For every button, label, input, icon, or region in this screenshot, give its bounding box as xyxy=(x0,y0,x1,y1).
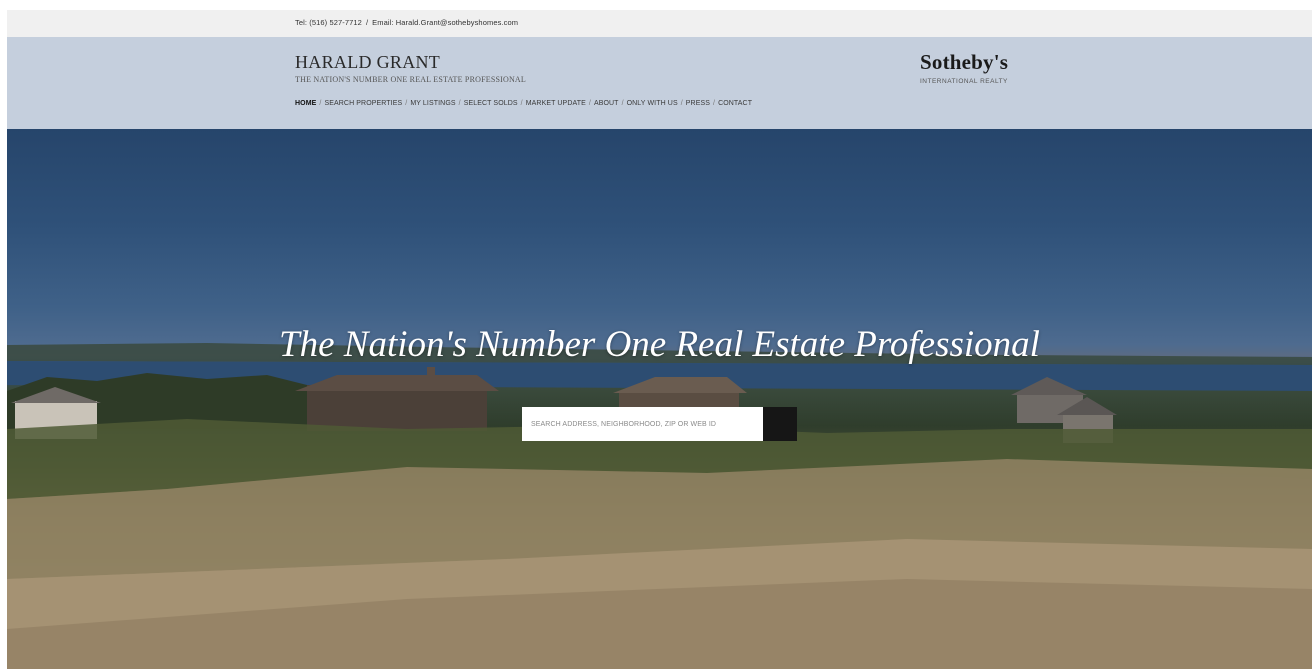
nav-item-press[interactable]: PRESS xyxy=(686,100,710,107)
hero-title: The Nation's Number One Real Estate Prof… xyxy=(279,324,1040,365)
nav-item-about[interactable]: ABOUT xyxy=(594,100,619,107)
nav-separator: / xyxy=(458,100,461,107)
hero-banner: The Nation's Number One Real Estate Prof… xyxy=(7,129,1312,669)
main-nav: HOME / SEARCH PROPERTIES / MY LISTINGS / SELEC… xyxy=(295,100,752,107)
nav-separator: / xyxy=(588,100,591,107)
nav-separator: / xyxy=(680,100,683,107)
nav-item-only-with-us[interactable]: ONLY WITH US xyxy=(627,100,678,107)
contact-info: Tel: (516) 527-7712 / Email: Harald.Gran… xyxy=(295,18,518,27)
contact-separator: / xyxy=(365,18,369,27)
nav-separator: / xyxy=(520,100,523,107)
email-link[interactable]: Email: Harald.Grant@sothebyshomes.com xyxy=(372,18,518,27)
logo-wordmark: Sotheby's xyxy=(920,50,1009,74)
site-header: HARALD GRANT THE NATION'S NUMBER ONE REA… xyxy=(7,37,1312,129)
agent-tagline: THE NATION'S NUMBER ONE REAL ESTATE PROF… xyxy=(295,75,526,84)
nav-item-select-solds[interactable]: SELECT SOLDS xyxy=(464,100,518,107)
nav-item-market-update[interactable]: MARKET UPDATE xyxy=(526,100,586,107)
page: Tel: (516) 527-7712 / Email: Harald.Gran… xyxy=(7,10,1312,669)
top-contact-bar: Tel: (516) 527-7712 / Email: Harald.Gran… xyxy=(7,10,1312,37)
nav-separator: / xyxy=(319,100,322,107)
search-button[interactable] xyxy=(522,407,797,441)
search-icon xyxy=(522,407,537,422)
nav-separator: / xyxy=(713,100,716,107)
hero-background-image xyxy=(7,343,1312,669)
phone-link[interactable]: Tel: (516) 527-7712 xyxy=(295,18,362,27)
nav-item-contact[interactable]: CONTACT xyxy=(718,100,752,107)
nav-separator: / xyxy=(405,100,408,107)
nav-item-my-listings[interactable]: MY LISTINGS xyxy=(410,100,455,107)
property-search xyxy=(522,407,797,441)
sothebys-logo[interactable]: Sotheby's INTERNATIONAL REALTY xyxy=(920,50,1060,85)
agent-name[interactable]: HARALD GRANT xyxy=(295,52,440,73)
nav-item-search-properties[interactable]: SEARCH PROPERTIES xyxy=(324,100,402,107)
nav-item-home[interactable]: HOME xyxy=(295,100,316,107)
logo-subtitle: INTERNATIONAL REALTY xyxy=(920,78,1008,85)
property-search-input[interactable] xyxy=(522,407,763,441)
nav-separator: / xyxy=(621,100,624,107)
